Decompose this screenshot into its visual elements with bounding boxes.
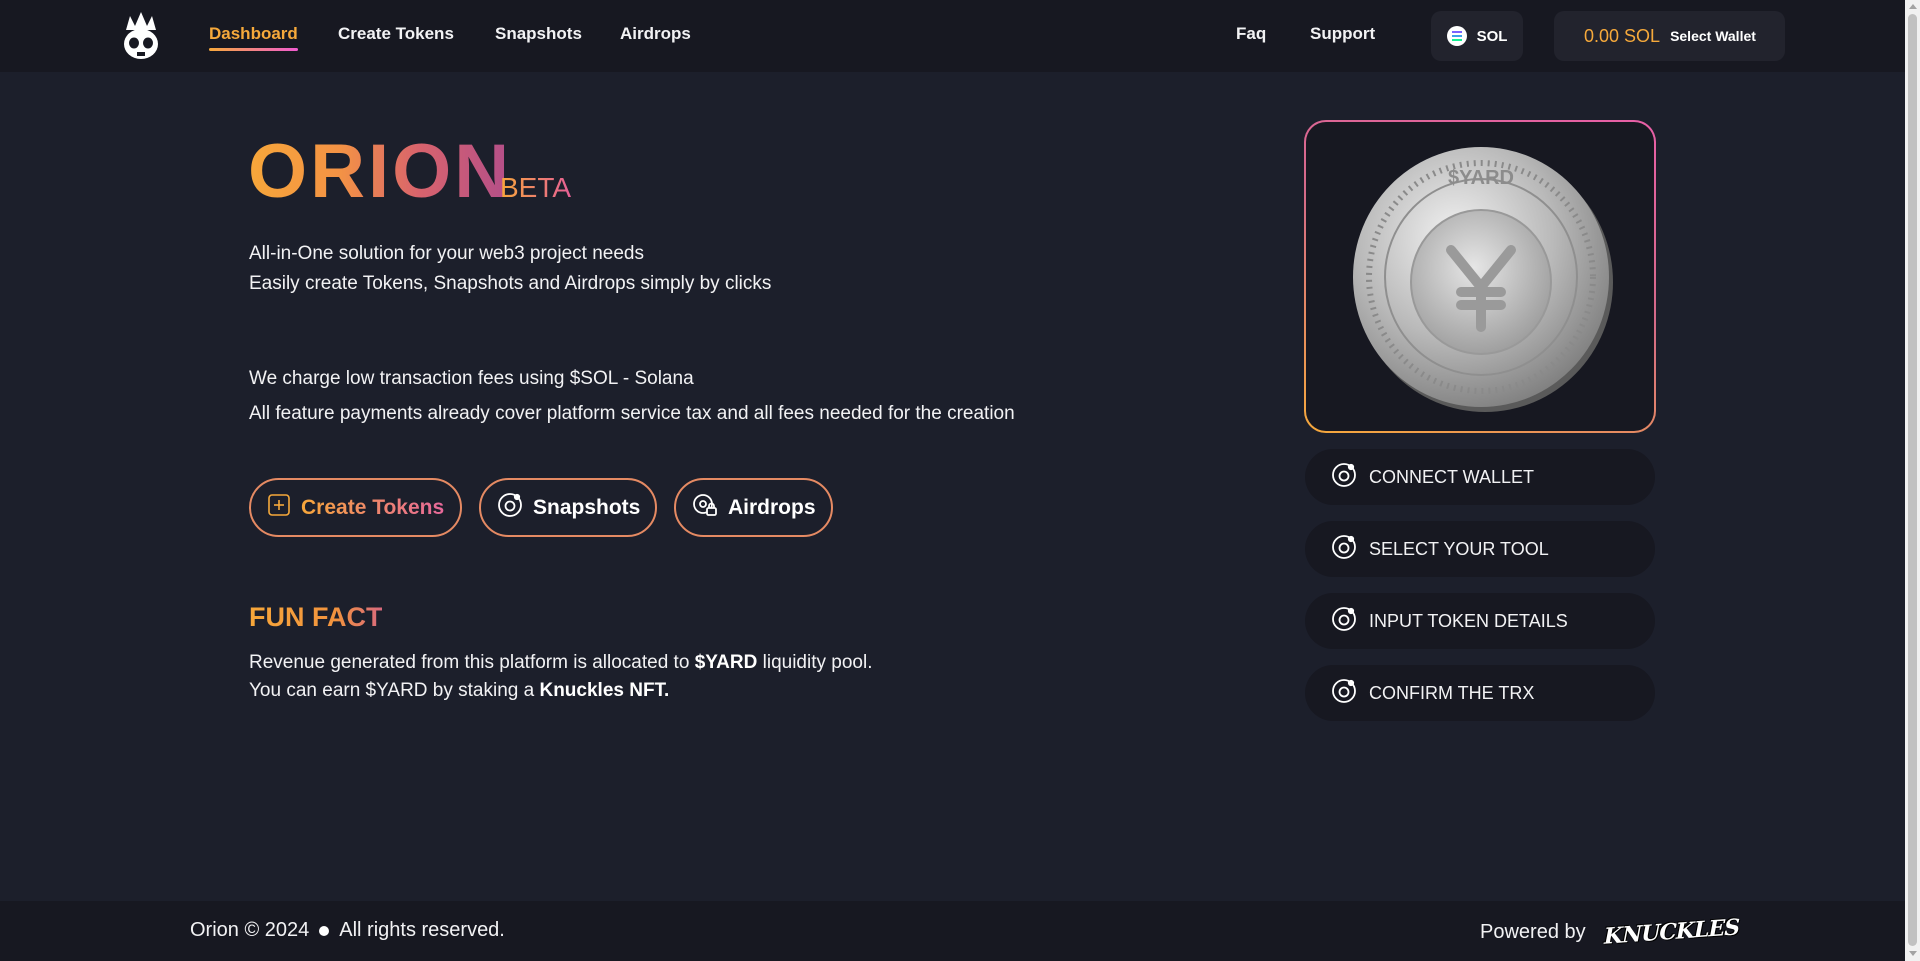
footer-copyright: Orion © 2024 All rights reserved. [190, 919, 505, 942]
step-confirm-the-trx[interactable]: CONFIRM THE TRX [1305, 665, 1655, 721]
snapshot-icon [497, 492, 523, 524]
step-label: CONFIRM THE TRX [1369, 682, 1535, 703]
fun-fact-line-2: You can earn $YARD by staking a Knuckles… [249, 680, 670, 701]
nav-snapshots[interactable]: Snapshots [495, 24, 582, 44]
scroll-down-icon[interactable] [1909, 951, 1917, 956]
scroll-up-icon[interactable] [1909, 4, 1917, 9]
step-icon [1331, 606, 1357, 637]
step-icon [1331, 462, 1357, 493]
hero-line-2: Easily create Tokens, Snapshots and Aird… [249, 273, 772, 294]
top-navbar: Dashboard Create Tokens Snapshots Airdro… [0, 0, 1905, 72]
scrollbar-thumb[interactable] [1908, 14, 1917, 946]
step-connect-wallet[interactable]: CONNECT WALLET [1305, 449, 1655, 505]
fun-fact-title: FUN FACT [249, 602, 383, 632]
network-selector-button[interactable]: SOL [1431, 11, 1523, 61]
airdrops-label: Airdrops [728, 495, 816, 519]
step-icon [1331, 678, 1357, 709]
page-title: ORION [248, 129, 513, 214]
step-icon [1331, 534, 1357, 565]
copyright-text: Orion © 2024 [190, 919, 310, 941]
step-input-token-details[interactable]: INPUT TOKEN DETAILS [1305, 593, 1655, 649]
orion-logo-icon[interactable] [120, 12, 162, 60]
select-wallet-button[interactable]: 0.00 SOL Select Wallet [1554, 11, 1785, 61]
nav-create-tokens[interactable]: Create Tokens [338, 24, 454, 44]
step-label: SELECT YOUR TOOL [1369, 538, 1549, 559]
footer-powered-by: Powered by KNUCKLES [1480, 914, 1739, 949]
hero-line-1: All-in-One solution for your web3 projec… [249, 243, 644, 264]
powered-by-text: Powered by [1480, 920, 1586, 943]
knuckles-logo[interactable]: KNUCKLES [1604, 914, 1739, 949]
solana-icon [1446, 26, 1467, 46]
plus-square-icon [267, 493, 291, 523]
rights-text: All rights reserved. [339, 919, 505, 941]
footer: Orion © 2024 All rights reserved. Powere… [0, 901, 1905, 961]
network-label: SOL [1476, 27, 1508, 45]
step-label: CONNECT WALLET [1369, 466, 1535, 487]
nav-faq[interactable]: Faq [1236, 24, 1266, 44]
step-label: INPUT TOKEN DETAILS [1369, 610, 1568, 631]
snapshots-label: Snapshots [533, 495, 641, 519]
wallet-label: Select Wallet [1670, 28, 1756, 44]
nav-support[interactable]: Support [1310, 24, 1375, 44]
nav-dashboard[interactable]: Dashboard [209, 24, 298, 51]
page-scrollbar[interactable] [1905, 0, 1920, 961]
beta-badge: BETA [500, 172, 572, 203]
wallet-balance: 0.00 SOL [1584, 25, 1661, 46]
snapshots-button[interactable]: Snapshots [479, 478, 657, 537]
fee-line-2: All feature payments already cover platf… [249, 403, 1015, 424]
airdrop-lock-icon [692, 492, 718, 524]
coin-card: $YARD [1304, 120, 1656, 433]
yard-coin-image: $YARD [1353, 146, 1613, 412]
create-tokens-button[interactable]: Create Tokens [249, 478, 462, 537]
fun-fact-line-1: Revenue generated from this platform is … [249, 652, 873, 673]
airdrops-button[interactable]: Airdrops [674, 478, 833, 537]
step-select-your-tool[interactable]: SELECT YOUR TOOL [1305, 521, 1655, 577]
fee-line-1: We charge low transaction fees using $SO… [249, 368, 694, 389]
nav-airdrops[interactable]: Airdrops [620, 24, 691, 44]
svg-text:$YARD: $YARD [1448, 167, 1514, 189]
create-tokens-label: Create Tokens [301, 495, 445, 519]
separator-dot-icon [319, 925, 330, 936]
